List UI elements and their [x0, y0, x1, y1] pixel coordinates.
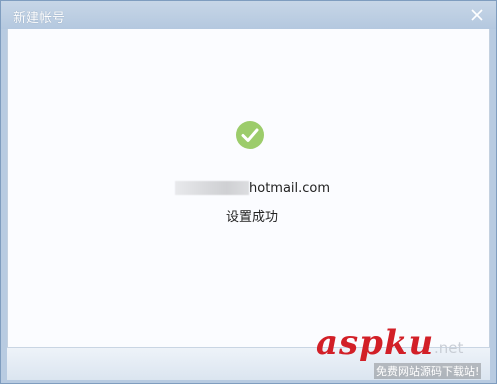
dialog-content: hotmail.com 设置成功: [7, 29, 490, 347]
status-message: 设置成功: [226, 210, 279, 225]
email-username-redacted: [175, 181, 249, 195]
success-checkmark-icon: [236, 121, 264, 149]
window-title: 新建帐号: [13, 11, 66, 26]
close-button[interactable]: [468, 6, 486, 24]
dialog-window: 新建帐号 hotmail.com 设置成功 aspku .net 免费网站源码下…: [0, 0, 497, 384]
dialog-footer: [7, 347, 490, 380]
email-domain: hotmail.com: [249, 180, 331, 196]
account-email: hotmail.com: [175, 179, 330, 197]
close-icon: [471, 9, 483, 21]
title-bar: 新建帐号: [1, 1, 496, 29]
